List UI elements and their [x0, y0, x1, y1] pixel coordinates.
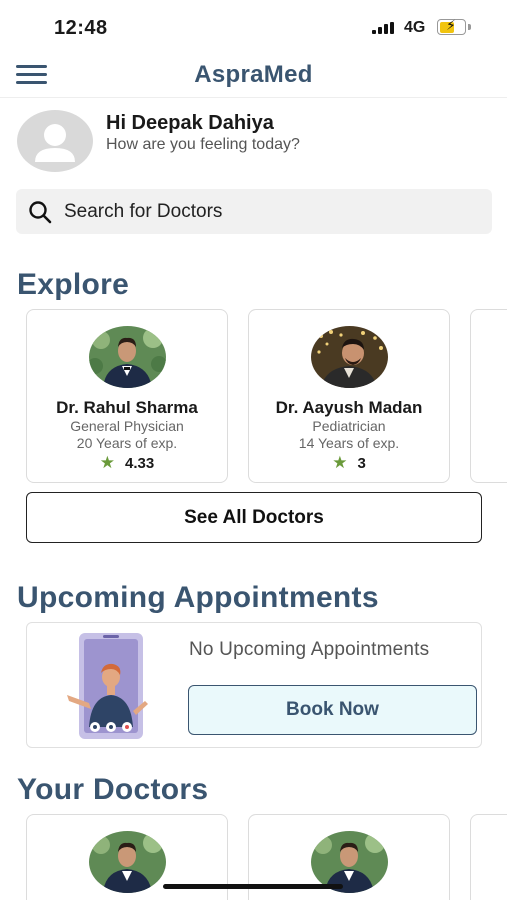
- doctor-specialty: Pediatrician: [312, 418, 386, 434]
- search-icon: [29, 201, 52, 224]
- doctor-card-partial[interactable]: [470, 309, 507, 483]
- doctor-experience: 14 Years of exp.: [298, 435, 400, 451]
- doctor-card[interactable]: Dr. Aayush Madan Pediatrician 14 Years o…: [248, 309, 450, 483]
- battery-tip: [468, 24, 471, 30]
- greeting-subtitle: How are you feeling today?: [106, 136, 300, 153]
- doctor-specialty: General Physician: [70, 418, 184, 434]
- rating-value: 4.33: [125, 455, 155, 472]
- video-call-illustration: [67, 633, 148, 739]
- doctor-card[interactable]: Dr. Rahul Sharma General Physician 20 Ye…: [26, 309, 228, 483]
- your-doctors-heading: Your Doctors: [17, 773, 209, 806]
- doctor-rating: ★ 4.33: [27, 453, 227, 473]
- search-input[interactable]: [64, 189, 464, 234]
- rating-value: 3: [357, 455, 366, 472]
- doctor-name: Dr. Aayush Madan: [275, 398, 423, 417]
- book-now-button[interactable]: Book Now: [188, 685, 477, 735]
- doctor-photo: [89, 831, 166, 893]
- doctor-rating: ★ 3: [249, 453, 449, 473]
- doctor-experience: 20 Years of exp.: [76, 435, 178, 451]
- doctor-photo: [89, 326, 166, 388]
- doctor-name: Dr. Rahul Sharma: [56, 398, 198, 417]
- star-icon: ★: [332, 453, 348, 472]
- doctor-card-partial[interactable]: [470, 814, 507, 900]
- app-header: AspraMed: [0, 52, 507, 98]
- greeting-name: Hi Deepak Dahiya: [106, 112, 274, 134]
- app-title: AspraMed: [194, 61, 313, 88]
- status-bar: 12:48 4G ⚡: [0, 0, 507, 52]
- upcoming-appointments-heading: Upcoming Appointments: [17, 581, 379, 614]
- avatar[interactable]: [17, 110, 93, 172]
- charging-bolt-icon: ⚡: [446, 17, 456, 33]
- signal-strength-icon: [372, 22, 396, 34]
- network-label: 4G: [404, 19, 426, 36]
- appointments-card: No Upcoming Appointments Book Now: [26, 622, 482, 748]
- user-placeholder-icon: [35, 124, 75, 162]
- doctor-photo: [311, 326, 388, 388]
- home-indicator[interactable]: [163, 884, 343, 889]
- star-icon: ★: [99, 453, 116, 472]
- explore-heading: Explore: [17, 268, 130, 301]
- no-appointments-text: No Upcoming Appointments: [189, 639, 430, 660]
- status-time: 12:48: [54, 17, 108, 39]
- see-all-doctors-button[interactable]: See All Doctors: [26, 492, 482, 543]
- search-bar[interactable]: [16, 189, 492, 234]
